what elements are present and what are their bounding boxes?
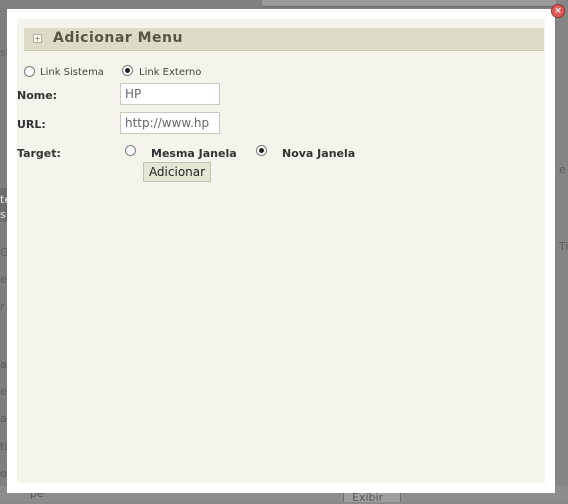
dialog-content: + Adicionar Menu Link Sistema Link Exter…: [17, 19, 545, 483]
expand-icon: +: [33, 34, 42, 43]
url-label: URL:: [17, 118, 46, 131]
nome-label: Nome:: [17, 89, 58, 102]
adicionar-button[interactable]: Adicionar: [143, 162, 211, 182]
link-sistema-radio[interactable]: [24, 66, 35, 77]
mesma-janela-label[interactable]: Mesma Janela: [151, 147, 237, 160]
background-text: s: [0, 208, 6, 221]
close-icon[interactable]: ×: [551, 4, 565, 18]
target-label: Target:: [17, 147, 61, 160]
dialog-header: + Adicionar Menu: [24, 28, 544, 51]
background-text: a: [0, 358, 7, 371]
link-sistema-label[interactable]: Link Sistema: [40, 67, 104, 78]
nova-janela-radio[interactable]: [256, 145, 267, 156]
dialog-title: Adicionar Menu: [53, 30, 183, 46]
add-menu-dialog: + Adicionar Menu Link Sistema Link Exter…: [7, 9, 555, 493]
link-externo-radio[interactable]: [122, 65, 133, 76]
background-text: a: [0, 412, 7, 425]
background-text: e: [0, 385, 7, 398]
nova-janela-label[interactable]: Nova Janela: [282, 147, 355, 160]
background-text: e: [0, 273, 7, 286]
background-text: r: [0, 300, 5, 313]
background-text: Ti: [559, 240, 568, 253]
nome-input[interactable]: [120, 83, 220, 105]
background-top-strip: [262, 0, 568, 7]
url-input[interactable]: [120, 112, 220, 134]
link-externo-label[interactable]: Link Externo: [139, 67, 201, 78]
mesma-janela-radio[interactable]: [125, 145, 136, 156]
background-text: e: [559, 163, 566, 176]
